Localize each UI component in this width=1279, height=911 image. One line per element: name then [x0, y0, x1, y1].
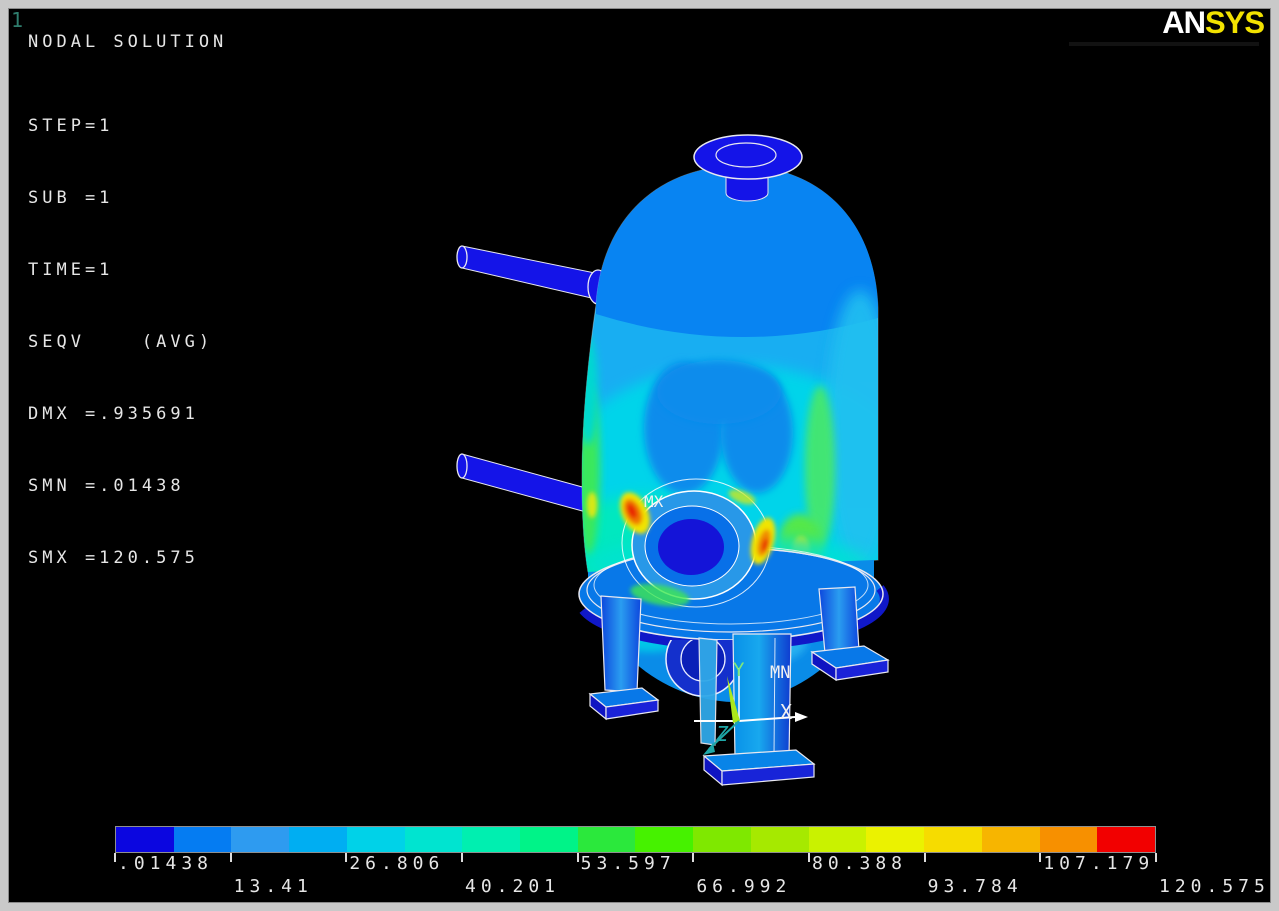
legend-tick — [924, 853, 926, 862]
ansys-logo-sys: SYS — [1205, 5, 1264, 41]
solution-title: NODAL SOLUTION — [28, 32, 227, 52]
legend-value: 80.388 — [812, 853, 907, 874]
legend-value: .01438 — [118, 853, 213, 874]
legend-value: 93.784 — [928, 876, 1023, 897]
legend-band — [174, 827, 232, 852]
axis-z-label: Z — [715, 722, 729, 746]
ansys-graphics-window: MX MN X Y Z 1 NODAL SOLUTION STEP=1 SUB … — [0, 0, 1279, 911]
axis-x-label: X — [780, 700, 792, 724]
legend-band — [462, 827, 520, 852]
legend-band — [809, 827, 867, 852]
info-line-smn: SMN =.01438 — [28, 474, 213, 498]
legend-band — [924, 827, 982, 852]
legend-band — [1040, 827, 1098, 852]
legend-band — [520, 827, 578, 852]
logo-watermark-streak — [1069, 42, 1259, 46]
legend-color-bar — [115, 826, 1156, 853]
solution-info-block: STEP=1 SUB =1 TIME=1 SEQV (AVG) DMX =.93… — [28, 66, 213, 618]
legend-band — [635, 827, 693, 852]
min-label: MN — [770, 663, 790, 683]
legend-value: 26.806 — [349, 853, 444, 874]
legend-value: 13.41 — [234, 876, 313, 897]
legend-tick — [1039, 853, 1041, 862]
legend-band — [347, 827, 405, 852]
ansys-logo: ANSYS — [1162, 5, 1264, 42]
legend-value: 107.179 — [1043, 853, 1154, 874]
info-line-time: TIME=1 — [28, 258, 213, 282]
legend-tick — [1155, 853, 1157, 862]
ansys-logo-an: AN — [1162, 5, 1205, 41]
legend-band — [231, 827, 289, 852]
legend-tick — [692, 853, 694, 862]
stress-legend: .01438 13.41 26.806 40.201 53.597 66.992 80.38… — [115, 826, 1156, 906]
legend-value: 66.992 — [696, 876, 791, 897]
legend-value: 40.201 — [465, 876, 560, 897]
legend-band — [1097, 827, 1155, 852]
legend-band — [289, 827, 347, 852]
legend-band — [982, 827, 1040, 852]
plot-number: 1 — [11, 8, 23, 32]
legend-tick — [345, 853, 347, 862]
legend-tick — [808, 853, 810, 862]
info-line-seqv: SEQV (AVG) — [28, 330, 213, 354]
legend-value: 120.575 — [1159, 876, 1270, 897]
max-label: MX — [644, 492, 664, 511]
legend-band — [751, 827, 809, 852]
legend-tick — [461, 853, 463, 862]
legend-tick — [230, 853, 232, 862]
axis-y-label: Y — [733, 659, 745, 681]
legend-tick — [577, 853, 579, 862]
info-line-dmx: DMX =.935691 — [28, 402, 213, 426]
info-line-smx: SMX =120.575 — [28, 546, 213, 570]
legend-band — [578, 827, 636, 852]
info-line-step: STEP=1 — [28, 114, 213, 138]
legend-band — [866, 827, 924, 852]
legend-band — [693, 827, 751, 852]
legend-band — [405, 827, 463, 852]
legend-tick — [114, 853, 116, 862]
legend-band — [116, 827, 174, 852]
info-line-sub: SUB =1 — [28, 186, 213, 210]
legend-value: 53.597 — [581, 853, 676, 874]
